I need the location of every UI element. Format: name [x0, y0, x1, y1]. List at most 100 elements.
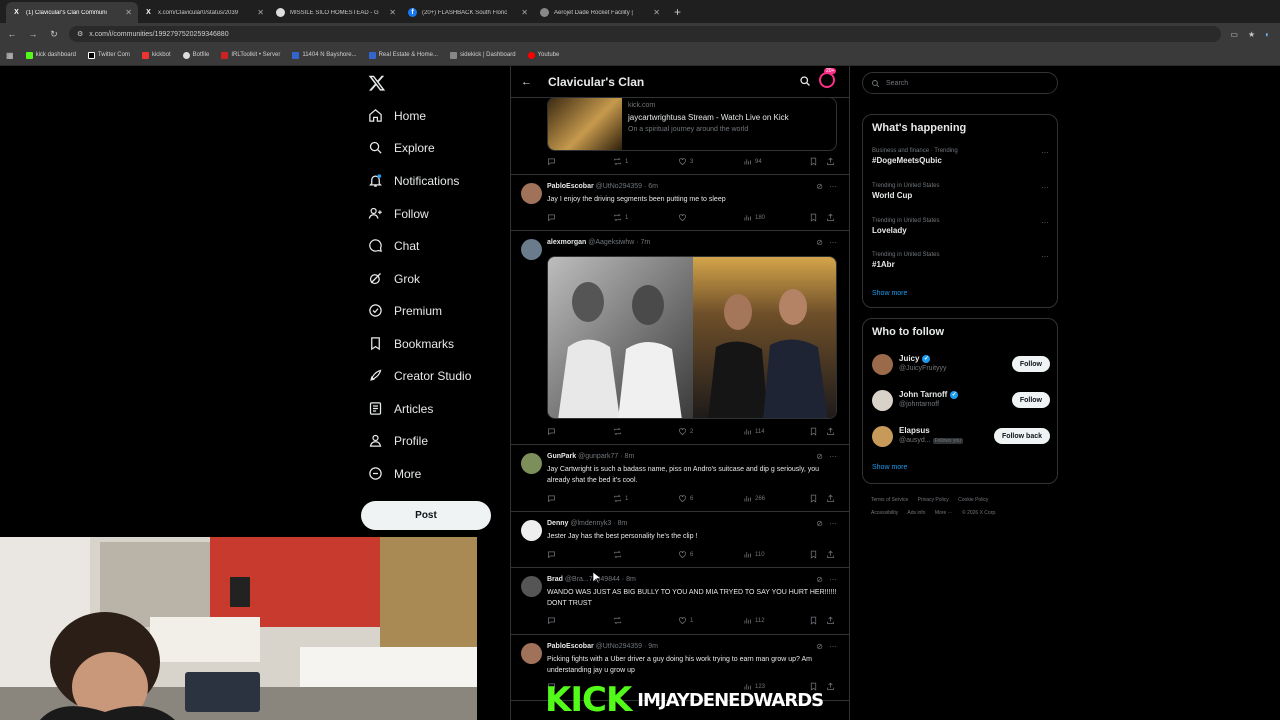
forward-icon[interactable]: → — [27, 29, 39, 39]
close-tab-icon[interactable]: ✕ — [125, 8, 132, 17]
nav-premium[interactable]: Premium — [368, 303, 442, 318]
views-button[interactable]: 94 — [743, 157, 762, 166]
follow-suggestion[interactable]: Elapsus @ausyd... Follows you Follow bac… — [872, 426, 1050, 452]
more-dots-icon[interactable]: ··· — [829, 575, 837, 584]
close-tab-icon[interactable]: ✕ — [257, 8, 264, 17]
views-button[interactable]: 266 — [743, 494, 765, 503]
more-dots-icon[interactable]: ··· — [829, 642, 837, 651]
follow-button[interactable]: Follow — [1011, 392, 1050, 408]
link-preview-card[interactable]: kick.com jaycartwrightusa Stream - Watch… — [547, 97, 837, 151]
bookmark-item[interactable]: IRLToolkit • Server — [221, 51, 280, 59]
more-dots-icon[interactable]: ··· — [829, 519, 837, 528]
avatar[interactable] — [521, 643, 542, 664]
more-dots-icon[interactable]: ··· — [1041, 252, 1049, 261]
share-button[interactable] — [826, 494, 835, 503]
bookmark-button[interactable] — [809, 494, 818, 503]
share-button[interactable] — [826, 682, 835, 691]
share-button[interactable] — [826, 213, 835, 222]
close-tab-icon[interactable]: ✕ — [389, 8, 396, 17]
reply-button[interactable] — [547, 427, 556, 436]
address-bar[interactable]: ⚙ x.com/i/communities/199279752025934688… — [69, 26, 1222, 42]
share-button[interactable] — [826, 427, 835, 436]
repost-button[interactable] — [613, 427, 622, 436]
avatar[interactable] — [521, 239, 542, 260]
profile-icon[interactable]: ◐ — [1265, 30, 1270, 39]
grok-icon[interactable]: ⊘ — [816, 452, 823, 461]
bookmark-button[interactable] — [809, 550, 818, 559]
like-button[interactable]: 2 — [678, 427, 693, 436]
search-input[interactable]: Search — [862, 72, 1058, 94]
bookmark-button[interactable] — [809, 157, 818, 166]
nav-more[interactable]: More — [368, 466, 421, 481]
avatar[interactable] — [521, 183, 542, 204]
repost-button[interactable]: 1 — [613, 494, 628, 503]
repost-button[interactable]: 1 — [613, 213, 628, 222]
more-dots-icon[interactable]: ··· — [1041, 183, 1049, 192]
avatar[interactable] — [872, 390, 893, 411]
follow-suggestion[interactable]: John Tarnoff ✓ @johntarnoff Follow — [872, 390, 1050, 416]
trend-item[interactable]: Business and finance · Trending #DogeMee… — [872, 148, 1052, 165]
reply-button[interactable] — [547, 616, 556, 625]
trend-item[interactable]: Trending in United States Lovelady ··· — [872, 218, 1052, 235]
author-name[interactable]: alexmorgan — [547, 239, 586, 246]
repost-button[interactable] — [613, 550, 622, 559]
avatar[interactable] — [872, 426, 893, 447]
footer-link[interactable]: Terms of Service — [871, 497, 908, 503]
trend-item[interactable]: Trending in United States #1Abr ··· — [872, 252, 1052, 269]
post-media[interactable] — [547, 256, 837, 419]
views-button[interactable]: 114 — [743, 427, 765, 436]
reload-icon[interactable]: ↻ — [48, 29, 60, 40]
author-name[interactable]: GunPark — [547, 453, 576, 460]
follow-suggestion[interactable]: Juicy ✓ @JuicyFruityyy Follow — [872, 354, 1050, 380]
bookmark-item[interactable]: Twitter Com — [87, 51, 130, 59]
close-tab-icon[interactable]: ✕ — [653, 8, 660, 17]
footer-link[interactable]: More ··· — [935, 510, 953, 516]
bookmark-item[interactable]: kickbot — [141, 51, 171, 59]
avatar[interactable] — [521, 453, 542, 474]
close-tab-icon[interactable]: ✕ — [521, 8, 528, 17]
browser-tab[interactable]: MISSILE SILO HOMESTEAD - G ✕ — [270, 2, 402, 23]
like-button[interactable]: 3 — [678, 157, 693, 166]
browser-tab[interactable]: X x.com/Clavicular0/status/2039 ✕ — [138, 2, 270, 23]
repost-button[interactable]: 1 — [613, 157, 628, 166]
author-name[interactable]: Denny — [547, 520, 568, 527]
notification-badge[interactable]: 20+ — [819, 68, 837, 88]
browser-tab[interactable]: Aerojet Dade Rocket Facility | ✕ — [534, 2, 666, 23]
more-dots-icon[interactable]: ··· — [829, 182, 837, 191]
nav-bookmarks[interactable]: Bookmarks — [368, 336, 454, 351]
views-button[interactable]: 180 — [743, 213, 765, 222]
footer-link[interactable]: Accessibility — [871, 510, 898, 516]
site-info-icon[interactable]: ⚙ — [77, 30, 83, 38]
new-tab-button[interactable]: + — [666, 5, 689, 23]
bookmark-item[interactable]: kick dashboard — [25, 51, 76, 59]
grok-icon[interactable]: ⊘ — [816, 519, 823, 528]
reply-button[interactable] — [547, 213, 556, 222]
views-button[interactable]: 112 — [743, 616, 765, 625]
bookmark-item[interactable]: Youtube — [527, 51, 559, 59]
x-logo-icon[interactable] — [368, 74, 386, 92]
bookmark-item[interactable]: sidekick | Dashboard — [449, 51, 516, 59]
author-name[interactable]: PabloEscobar — [547, 183, 594, 190]
trend-item[interactable]: Trending in United States World Cup ··· — [872, 183, 1052, 200]
nav-follow[interactable]: Follow — [368, 206, 429, 221]
grok-icon[interactable]: ⊘ — [816, 642, 823, 651]
nav-profile[interactable]: Profile — [368, 433, 428, 448]
reply-button[interactable] — [547, 494, 556, 503]
repost-button[interactable] — [613, 616, 622, 625]
nav-grok[interactable]: Grok — [368, 271, 420, 286]
star-icon[interactable]: ★ — [1248, 30, 1255, 39]
more-dots-icon[interactable]: ··· — [1041, 148, 1049, 157]
author-name[interactable]: PabloEscobar — [547, 643, 594, 650]
like-button[interactable]: 6 — [678, 494, 693, 503]
cast-icon[interactable]: ▭ — [1230, 30, 1238, 39]
nav-notifications[interactable]: Notifications — [368, 173, 459, 188]
follow-button[interactable]: Follow — [1011, 356, 1050, 372]
avatar[interactable] — [872, 354, 893, 375]
nav-home[interactable]: Home — [368, 108, 426, 123]
show-more-link[interactable]: Show more — [872, 464, 907, 471]
browser-tab[interactable]: X (1) Clavicular's Clan Communi ✕ — [6, 2, 138, 23]
author-name[interactable]: Brad — [547, 576, 563, 583]
avatar[interactable] — [521, 576, 542, 597]
show-more-link[interactable]: Show more — [872, 290, 907, 297]
grok-icon[interactable]: ⊘ — [816, 182, 823, 191]
